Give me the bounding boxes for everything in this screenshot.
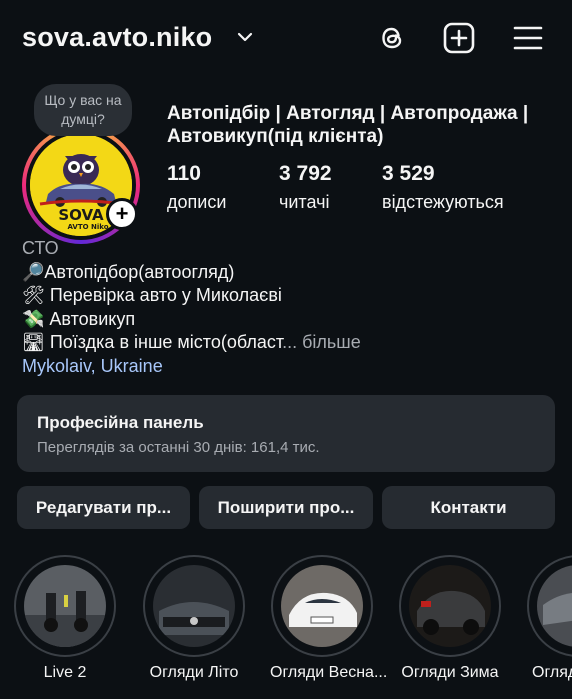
bio: СТО 🔎Автопідбор(автоогляд) 🛠 Перевірка а… <box>22 237 562 378</box>
dashboard-title: Професійна панель <box>37 413 204 432</box>
highlight-item[interactable]: Огляди Літо <box>142 555 246 682</box>
highlight-cover <box>409 565 491 647</box>
bio-line: 🛣 Поїздка в інше місто(област <box>22 332 283 352</box>
username-title[interactable]: sova.avto.niko <box>22 22 212 53</box>
highlight-ring <box>271 555 373 657</box>
stat-posts[interactable]: 110 дописи <box>167 162 226 214</box>
stat-label: відстежуються <box>382 192 504 212</box>
highlight-item[interactable]: Огляд... <box>526 555 572 682</box>
top-bar: sova.avto.niko <box>0 0 572 80</box>
dashboard-views: Переглядів за останні 30 днів: 161,4 тис… <box>37 439 320 456</box>
add-story-icon[interactable]: + <box>106 198 138 230</box>
note-bubble[interactable]: Що у вас на думці? <box>34 84 132 136</box>
menu-icon[interactable] <box>512 22 544 54</box>
highlight-ring <box>399 555 501 657</box>
profile-avatar[interactable]: SOVA AVTO Niko + <box>22 126 140 244</box>
highlight-cover <box>537 565 572 647</box>
bio-line: 💸 Автовикуп <box>22 308 136 329</box>
bio-line: 🛠 Перевірка авто у Миколаєві <box>22 285 282 305</box>
bio-line: 🔎Автопідбор(автоогляд) <box>22 261 235 282</box>
highlight-label: Огляди Літо <box>149 664 239 681</box>
stat-followers[interactable]: 3 792 читачі <box>279 162 332 214</box>
stat-following[interactable]: 3 529 відстежуються <box>382 162 504 214</box>
bio-line-last: 🛣 Поїздка в інше місто(област... більше <box>22 331 562 355</box>
highlight-label: Огляд... <box>532 664 572 681</box>
highlight-cover <box>24 565 106 647</box>
professional-dashboard[interactable]: Професійна панель Переглядів за останні … <box>17 395 555 472</box>
stat-label: дописи <box>167 192 227 212</box>
stat-value: 3 529 <box>382 162 435 185</box>
highlight-ring <box>14 555 116 657</box>
more-link[interactable]: ... більше <box>282 332 361 352</box>
new-post-icon[interactable] <box>443 22 475 54</box>
highlight-label: Live 2 <box>43 664 87 681</box>
svg-text:SOVA: SOVA <box>58 206 104 224</box>
profile-category: СТО <box>22 238 59 258</box>
highlight-ring <box>527 555 572 657</box>
highlight-label: Огляди Зима <box>401 664 499 681</box>
highlight-item[interactable]: Огляди Зима <box>398 555 502 682</box>
highlight-label: Огляди Весна... <box>270 664 388 681</box>
highlight-item[interactable]: Live 2 <box>13 555 117 682</box>
stat-value: 110 <box>167 162 201 185</box>
edit-profile-button[interactable]: Редагувати пр... <box>17 486 190 529</box>
chevron-down-icon[interactable] <box>236 30 254 44</box>
stat-value: 3 792 <box>279 162 332 185</box>
stat-label: читачі <box>279 192 330 212</box>
contacts-button[interactable]: Контакти <box>382 486 555 529</box>
svg-text:AVTO Niko: AVTO Niko <box>67 223 108 231</box>
highlight-item[interactable]: Огляди Весна... <box>270 555 388 682</box>
highlight-cover <box>153 565 235 647</box>
highlight-ring <box>143 555 245 657</box>
threads-icon[interactable] <box>376 22 408 54</box>
display-name: Автопідбір | Автогляд | Автопродажа | Ав… <box>167 103 529 147</box>
note-bubble-text: Що у вас на думці? <box>44 92 122 127</box>
highlight-cover <box>281 565 363 647</box>
share-profile-button[interactable]: Поширити про... <box>199 486 373 529</box>
location-link[interactable]: Mykolaiv, Ukraine <box>22 355 562 379</box>
